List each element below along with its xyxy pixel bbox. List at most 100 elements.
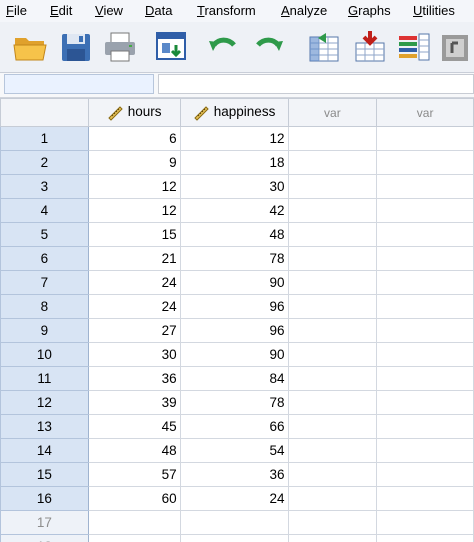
cell-happiness[interactable]: 90 xyxy=(179,270,289,295)
cell-hours[interactable]: 12 xyxy=(87,198,181,223)
cell-empty[interactable] xyxy=(287,270,378,295)
cell-happiness[interactable]: 18 xyxy=(179,150,289,175)
cell-empty[interactable] xyxy=(287,126,378,151)
dialog-recall-icon[interactable] xyxy=(154,29,190,65)
find-icon[interactable] xyxy=(440,29,474,65)
cell-empty[interactable] xyxy=(376,222,474,247)
undo-icon[interactable] xyxy=(206,29,242,65)
cell-happiness[interactable]: 78 xyxy=(179,246,289,271)
cell-empty[interactable] xyxy=(287,150,378,175)
goto-case-icon[interactable] xyxy=(306,29,342,65)
cell-happiness[interactable]: 36 xyxy=(179,462,289,487)
row-number[interactable]: 2 xyxy=(0,150,89,175)
column-header-var[interactable]: var xyxy=(376,98,474,127)
row-number[interactable]: 16 xyxy=(0,486,89,511)
cell-empty[interactable] xyxy=(376,318,474,343)
menu-transform[interactable]: Transform xyxy=(197,3,256,18)
cell-hours[interactable]: 48 xyxy=(87,438,181,463)
save-icon[interactable] xyxy=(58,29,94,65)
cell-hours[interactable]: 15 xyxy=(87,222,181,247)
menu-analyze[interactable]: Analyze xyxy=(281,3,327,18)
cell-empty[interactable] xyxy=(376,462,474,487)
cell-hours[interactable]: 36 xyxy=(87,366,181,391)
cell-empty[interactable] xyxy=(287,534,378,542)
cell-empty[interactable] xyxy=(287,198,378,223)
cell-empty[interactable] xyxy=(376,150,474,175)
cell-empty[interactable] xyxy=(287,222,378,247)
print-icon[interactable] xyxy=(102,29,138,65)
cell-hours[interactable]: 27 xyxy=(87,318,181,343)
cell-empty[interactable] xyxy=(376,342,474,367)
row-number[interactable]: 10 xyxy=(0,342,89,367)
corner-cell[interactable] xyxy=(0,98,89,127)
cell-hours[interactable]: 12 xyxy=(87,174,181,199)
cell-value-input[interactable] xyxy=(158,74,474,94)
cell-empty[interactable] xyxy=(376,294,474,319)
menu-graphs[interactable]: Graphs xyxy=(348,3,391,18)
open-folder-icon[interactable] xyxy=(12,29,48,65)
cell-empty[interactable] xyxy=(287,366,378,391)
cell-empty[interactable] xyxy=(287,510,378,535)
cell-empty[interactable] xyxy=(376,198,474,223)
row-number[interactable]: 1 xyxy=(0,126,89,151)
cell-happiness[interactable]: 48 xyxy=(179,222,289,247)
cell-hours[interactable]: 24 xyxy=(87,294,181,319)
cell-happiness[interactable]: 66 xyxy=(179,414,289,439)
cell-hours[interactable]: 24 xyxy=(87,270,181,295)
row-number[interactable]: 7 xyxy=(0,270,89,295)
cell-hours[interactable]: 45 xyxy=(87,414,181,439)
menu-edit[interactable]: Edit xyxy=(50,3,72,18)
cell-empty[interactable] xyxy=(287,174,378,199)
cell-hours[interactable]: 57 xyxy=(87,462,181,487)
menu-view[interactable]: View xyxy=(95,3,123,18)
cell-empty[interactable] xyxy=(376,534,474,542)
cell-empty[interactable] xyxy=(376,270,474,295)
cell-empty[interactable] xyxy=(287,318,378,343)
cell-hours[interactable]: 30 xyxy=(87,342,181,367)
cell-empty[interactable] xyxy=(376,438,474,463)
column-header-happiness[interactable]: happiness xyxy=(179,98,289,127)
row-number[interactable]: 17 xyxy=(0,510,89,535)
variables-icon[interactable] xyxy=(396,29,432,65)
row-number[interactable]: 8 xyxy=(0,294,89,319)
row-number[interactable]: 14 xyxy=(0,438,89,463)
cell-hours[interactable]: 39 xyxy=(87,390,181,415)
row-number[interactable]: 4 xyxy=(0,198,89,223)
cell-empty[interactable] xyxy=(376,486,474,511)
cell-hours[interactable]: 60 xyxy=(87,486,181,511)
cell-empty[interactable] xyxy=(287,438,378,463)
cell-empty[interactable] xyxy=(179,510,289,535)
row-number[interactable]: 13 xyxy=(0,414,89,439)
menu-data[interactable]: Data xyxy=(145,3,172,18)
cell-empty[interactable] xyxy=(287,414,378,439)
cell-empty[interactable] xyxy=(376,366,474,391)
cell-empty[interactable] xyxy=(376,510,474,535)
column-header-var[interactable]: var xyxy=(287,98,378,127)
cell-hours[interactable]: 6 xyxy=(87,126,181,151)
row-number[interactable]: 12 xyxy=(0,390,89,415)
cell-empty[interactable] xyxy=(87,534,181,542)
cell-happiness[interactable]: 90 xyxy=(179,342,289,367)
row-number[interactable]: 3 xyxy=(0,174,89,199)
cell-happiness[interactable]: 96 xyxy=(179,318,289,343)
cell-happiness[interactable]: 78 xyxy=(179,390,289,415)
cell-empty[interactable] xyxy=(287,342,378,367)
row-number[interactable]: 9 xyxy=(0,318,89,343)
row-number[interactable]: 15 xyxy=(0,462,89,487)
cell-empty[interactable] xyxy=(376,390,474,415)
row-number[interactable]: 18 xyxy=(0,534,89,542)
cell-name-box[interactable] xyxy=(4,74,154,94)
cell-happiness[interactable]: 96 xyxy=(179,294,289,319)
row-number[interactable]: 11 xyxy=(0,366,89,391)
row-number[interactable]: 6 xyxy=(0,246,89,271)
cell-empty[interactable] xyxy=(287,246,378,271)
cell-empty[interactable] xyxy=(376,174,474,199)
row-number[interactable]: 5 xyxy=(0,222,89,247)
cell-empty[interactable] xyxy=(376,414,474,439)
cell-hours[interactable]: 21 xyxy=(87,246,181,271)
menu-utilities[interactable]: Utilities xyxy=(413,3,455,18)
redo-icon[interactable] xyxy=(250,29,286,65)
cell-empty[interactable] xyxy=(287,462,378,487)
cell-happiness[interactable]: 42 xyxy=(179,198,289,223)
cell-empty[interactable] xyxy=(376,246,474,271)
